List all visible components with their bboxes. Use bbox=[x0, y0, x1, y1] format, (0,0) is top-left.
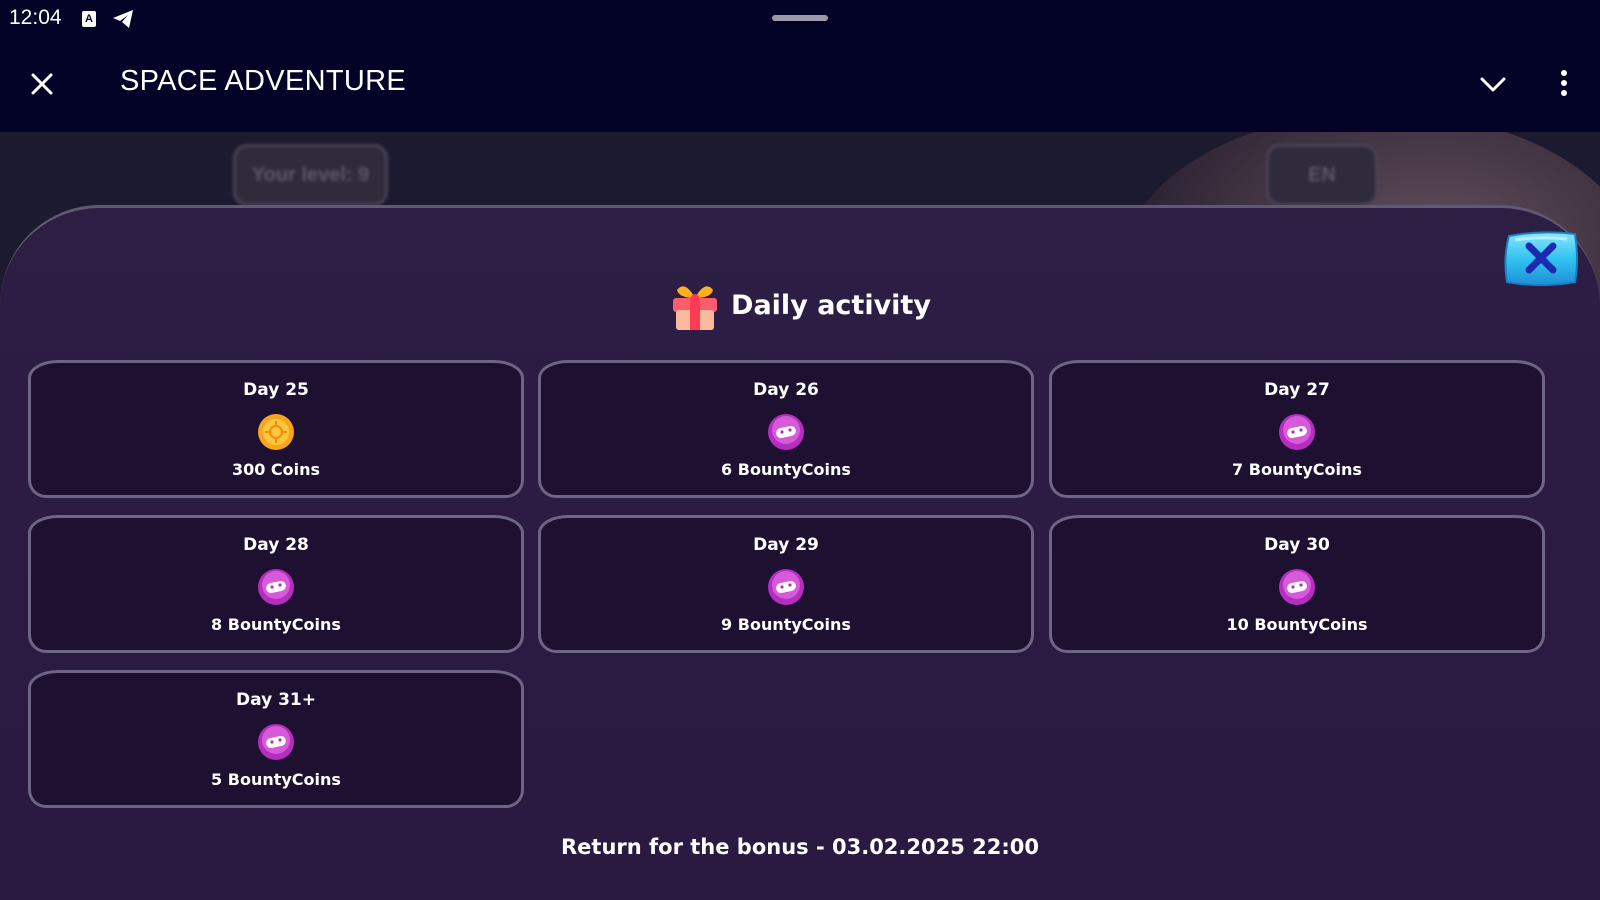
modal-title: Daily activity bbox=[731, 289, 931, 321]
app-bar: SPACE ADVENTURE bbox=[0, 40, 1600, 132]
bonus-return-text: Return for the bonus - 03.02.2025 22:00 bbox=[561, 835, 1039, 859]
gift-icon bbox=[673, 286, 718, 330]
bounty-coin-icon bbox=[1279, 569, 1315, 605]
day-label: Day 26 bbox=[753, 380, 819, 400]
reward-label: 9 BountyCoins bbox=[721, 615, 851, 634]
day-card: Day 30 10 BountyCoins bbox=[1049, 515, 1545, 653]
gold-coin-icon bbox=[258, 414, 294, 450]
bounty-coin-icon bbox=[1279, 414, 1315, 450]
day-card: Day 28 8 BountyCoins bbox=[28, 515, 524, 653]
day-card: Day 29 9 BountyCoins bbox=[538, 515, 1034, 653]
bounty-coin-icon bbox=[258, 569, 294, 605]
day-label: Day 28 bbox=[243, 535, 309, 555]
day-label: Day 30 bbox=[1264, 535, 1330, 555]
daily-activity-sheet: Daily activity Day 25 300 Coins Day 26 6… bbox=[0, 205, 1600, 900]
chevron-down-icon[interactable] bbox=[1478, 72, 1508, 96]
more-vert-icon[interactable] bbox=[1554, 70, 1574, 100]
day-label: Day 31+ bbox=[236, 690, 316, 710]
reward-label: 6 BountyCoins bbox=[721, 460, 851, 479]
status-bar: 12:04 A bbox=[0, 0, 1600, 40]
level-badge: Your level: 9 bbox=[233, 144, 388, 206]
status-time: 12:04 bbox=[9, 6, 62, 29]
day-label: Day 27 bbox=[1264, 380, 1330, 400]
reward-label: 7 BountyCoins bbox=[1232, 460, 1362, 479]
day-label: Day 25 bbox=[243, 380, 309, 400]
reward-label: 5 BountyCoins bbox=[211, 770, 341, 789]
app-title: SPACE ADVENTURE bbox=[120, 65, 406, 97]
day-card: Day 26 6 BountyCoins bbox=[538, 360, 1034, 498]
daily-activity-heading: Daily activity bbox=[0, 278, 1600, 332]
bounty-coin-icon bbox=[768, 414, 804, 450]
day-label: Day 29 bbox=[753, 535, 819, 555]
drag-handle[interactable] bbox=[772, 15, 828, 21]
bounty-coin-icon bbox=[768, 569, 804, 605]
keyboard-a-icon: A bbox=[82, 11, 96, 27]
day-card: Day 25 300 Coins bbox=[28, 360, 524, 498]
reward-label: 10 BountyCoins bbox=[1226, 615, 1368, 634]
telegram-icon bbox=[112, 9, 134, 33]
language-toggle: EN bbox=[1266, 144, 1378, 206]
close-icon[interactable] bbox=[26, 68, 58, 100]
day-card: Day 27 7 BountyCoins bbox=[1049, 360, 1545, 498]
bounty-coin-icon bbox=[258, 724, 294, 760]
reward-label: 300 Coins bbox=[231, 460, 321, 479]
day-card: Day 31+ 5 BountyCoins bbox=[28, 670, 524, 808]
reward-label: 8 BountyCoins bbox=[211, 615, 341, 634]
